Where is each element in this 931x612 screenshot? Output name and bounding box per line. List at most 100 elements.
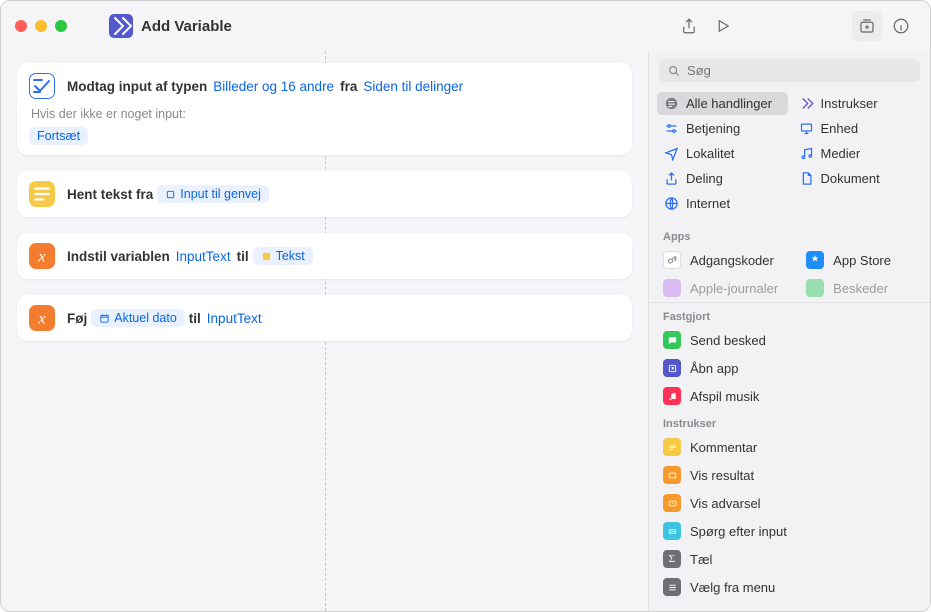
category-document[interactable]: Dokument: [792, 167, 923, 190]
apps-list: Adgangskoder App Store Apple-journaler B…: [649, 246, 930, 302]
category-sharing[interactable]: Deling: [657, 167, 788, 190]
category-label: Instrukser: [821, 96, 878, 111]
text-icon: [29, 181, 55, 207]
category-label: Enhed: [821, 121, 859, 136]
app-row-messages[interactable]: Beskeder: [792, 274, 930, 302]
search-icon: [667, 64, 681, 78]
receive-source-token[interactable]: Siden til delinger: [361, 78, 465, 95]
category-label: Medier: [821, 146, 861, 161]
setvar-name-token[interactable]: InputText: [174, 248, 233, 265]
append-value-pill[interactable]: Aktuel dato: [91, 309, 185, 327]
script-count[interactable]: Σ Tæl: [649, 545, 930, 573]
app-row-passwords[interactable]: Adgangskoder: [649, 246, 792, 274]
music-icon: [663, 387, 681, 405]
app-row-journals[interactable]: Apple-journaler: [649, 274, 792, 302]
receive-types-token[interactable]: Billeder og 16 andre: [211, 78, 336, 95]
search-input[interactable]: [687, 63, 912, 78]
count-icon: Σ: [663, 550, 681, 568]
category-grid: Alle handlinger Instrukser Betjening Enh…: [649, 90, 930, 223]
category-media[interactable]: Medier: [792, 142, 923, 165]
pinned-play-music[interactable]: Afspil musik: [649, 382, 930, 410]
action-library-sidebar: Alle handlinger Instrukser Betjening Enh…: [648, 51, 930, 611]
app-label: Beskeder: [833, 281, 888, 296]
passwords-icon: [663, 251, 681, 269]
script-label: Tæl: [690, 552, 712, 567]
no-input-prompt: Hvis der ikke er noget input:: [31, 107, 620, 121]
script-label: Spørg efter input: [690, 524, 787, 539]
titlebar: Add Variable: [1, 1, 930, 51]
run-button[interactable]: [708, 11, 738, 41]
result-icon: [663, 466, 681, 484]
journals-icon: [663, 279, 681, 297]
gettext-source-pill[interactable]: Input til genvej: [157, 185, 269, 203]
ask-icon: [663, 522, 681, 540]
share-button[interactable]: [674, 11, 704, 41]
category-scripts[interactable]: Instrukser: [792, 92, 923, 115]
script-comment[interactable]: Kommentar: [649, 433, 930, 461]
variable-icon: x: [29, 243, 55, 269]
action-receive-input[interactable]: Modtag input af typen Billeder og 16 and…: [17, 63, 632, 155]
svg-text:x: x: [37, 309, 46, 327]
script-label: Vis resultat: [690, 468, 754, 483]
shortcut-app-icon: [109, 14, 133, 38]
script-show-result[interactable]: Vis resultat: [649, 461, 930, 489]
window-controls: [15, 20, 67, 32]
setvar-to-word: til: [237, 249, 249, 264]
setvar-prefix: Indstil variablen: [67, 249, 170, 264]
pinned-label: Åbn app: [690, 361, 738, 376]
minimize-window[interactable]: [35, 20, 47, 32]
receive-prefix: Modtag input af typen: [67, 79, 207, 94]
scripts-section-header: Instrukser: [649, 410, 930, 433]
action-append-variable[interactable]: x Føj Aktuel dato til InputText: [17, 295, 632, 341]
category-all-actions[interactable]: Alle handlinger: [657, 92, 788, 115]
svg-text:x: x: [37, 247, 46, 265]
action-set-variable[interactable]: x Indstil variablen InputText til Tekst: [17, 233, 632, 279]
library-toggle[interactable]: [852, 11, 882, 41]
script-label: Kommentar: [690, 440, 757, 455]
variable-icon: x: [29, 305, 55, 331]
append-value-label: Aktuel dato: [114, 311, 177, 325]
app-label: Adgangskoder: [690, 253, 774, 268]
content-area: Modtag input af typen Billeder og 16 and…: [1, 51, 930, 611]
info-button[interactable]: [886, 11, 916, 41]
action-get-text[interactable]: Hent tekst fra Input til genvej: [17, 171, 632, 217]
category-label: Dokument: [821, 171, 880, 186]
messages-icon: [806, 279, 824, 297]
category-label: Betjening: [686, 121, 740, 136]
setvar-value-label: Tekst: [276, 249, 305, 263]
script-ask-input[interactable]: Spørg efter input: [649, 517, 930, 545]
app-label: Apple-journaler: [690, 281, 778, 296]
append-varname-token[interactable]: InputText: [205, 310, 264, 327]
alert-icon: [663, 494, 681, 512]
pinned-and-scripts-panel: Fastgjort Send besked Åbn app: [649, 302, 930, 611]
pinned-label: Afspil musik: [690, 389, 759, 404]
gettext-source-label: Input til genvej: [180, 187, 261, 201]
no-input-action-label: Fortsæt: [37, 129, 80, 143]
shortcuts-editor-window: Add Variable Modtag input af type: [0, 0, 931, 612]
category-label: Alle handlinger: [686, 96, 772, 111]
workflow-editor[interactable]: Modtag input af typen Billeder og 16 and…: [1, 51, 648, 611]
category-device[interactable]: Enhed: [792, 117, 923, 140]
no-input-action-pill[interactable]: Fortsæt: [29, 127, 88, 145]
pinned-send-message[interactable]: Send besked: [649, 326, 930, 354]
category-location[interactable]: Lokalitet: [657, 142, 788, 165]
script-choose-menu[interactable]: Vælg fra menu: [649, 573, 930, 601]
search-field[interactable]: [659, 59, 920, 82]
pinned-open-app[interactable]: Åbn app: [649, 354, 930, 382]
script-label: Vis advarsel: [690, 496, 761, 511]
gettext-prefix: Hent tekst fra: [67, 187, 153, 202]
pinned-label: Send besked: [690, 333, 766, 348]
zoom-window[interactable]: [55, 20, 67, 32]
comment-icon: [663, 438, 681, 456]
category-internet[interactable]: Internet: [657, 192, 788, 215]
app-row-appstore[interactable]: App Store: [792, 246, 930, 274]
pinned-list: Send besked Åbn app Afspil musik: [649, 326, 930, 410]
pinned-section-header: Fastgjort: [649, 303, 930, 326]
setvar-value-pill[interactable]: Tekst: [253, 247, 313, 265]
script-show-alert[interactable]: Vis advarsel: [649, 489, 930, 517]
append-prefix: Føj: [67, 311, 87, 326]
category-control[interactable]: Betjening: [657, 117, 788, 140]
script-label: Vælg fra menu: [690, 580, 775, 595]
receive-from-word: fra: [340, 79, 357, 94]
close-window[interactable]: [15, 20, 27, 32]
